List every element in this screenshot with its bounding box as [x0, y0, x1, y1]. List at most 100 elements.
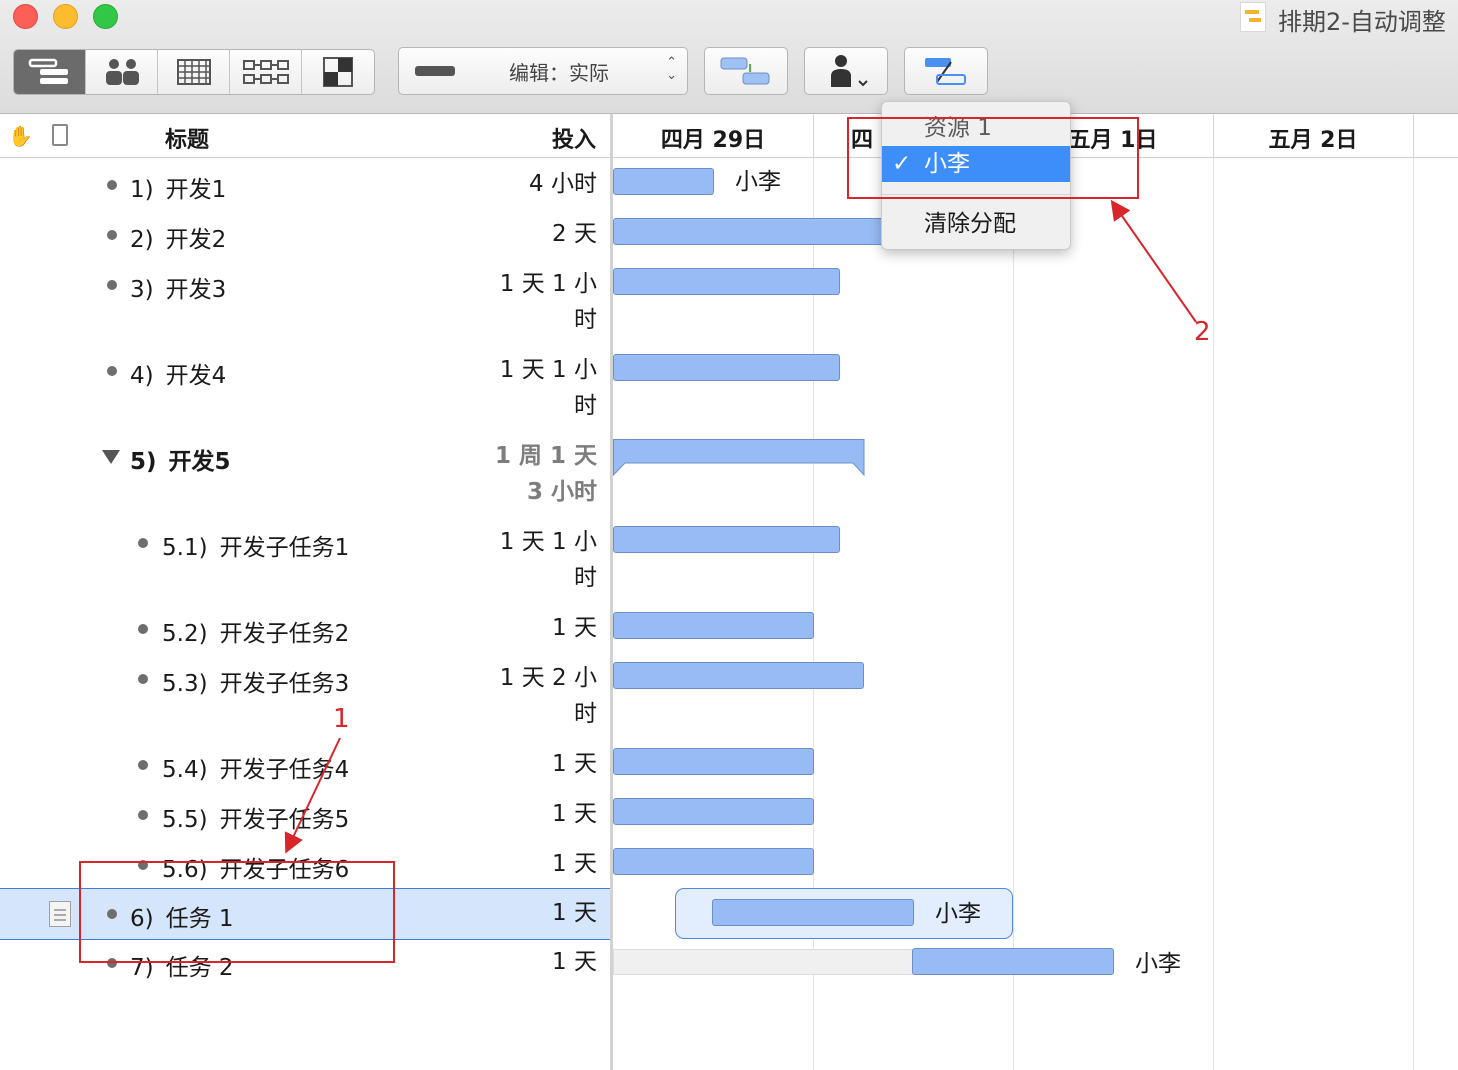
minimize-window-button[interactable] [53, 4, 78, 29]
network-view-button[interactable] [230, 50, 302, 94]
task-effort[interactable]: 1 天 1 小 时 [477, 352, 597, 424]
task-name: 开发5 [168, 449, 231, 475]
row-bullet [107, 230, 117, 240]
slack-indicator [613, 949, 913, 975]
menu-item-clear-assignment[interactable]: 清除分配 [882, 206, 1070, 242]
task-title[interactable]: 5.5) 开发子任务5 [162, 800, 349, 834]
task-effort[interactable]: 1 天 2 小 时 [477, 660, 597, 732]
assignment-label: 小李 [735, 169, 781, 195]
task-bar[interactable] [613, 168, 714, 195]
task-bar[interactable] [613, 354, 840, 381]
row-bullet [138, 674, 148, 684]
row-bullet [138, 810, 148, 820]
outline-row-group[interactable]: 5) 开发5 1 周 1 天 3 小时 [0, 436, 610, 522]
task-effort[interactable]: 1 天 [477, 746, 597, 782]
group-bar[interactable] [613, 439, 865, 479]
task-effort[interactable]: 1 天 1 小 时 [477, 524, 597, 596]
task-bar[interactable] [613, 268, 840, 295]
close-window-button[interactable] [13, 4, 38, 29]
outline-row[interactable]: 2) 开发2 2 天 [0, 214, 610, 264]
task-title[interactable]: 6) 任务 1 [130, 899, 234, 933]
outline-row[interactable]: 7) 任务 2 1 天 [0, 940, 610, 990]
notes-column-icon [52, 124, 68, 146]
task-number: 1) [130, 177, 154, 203]
task-title[interactable]: 5.4) 开发子任务4 [162, 750, 349, 784]
task-effort[interactable]: 1 天 [477, 796, 597, 832]
annotation-label-1: 1 [333, 704, 350, 734]
row-bullet [138, 624, 148, 634]
task-name: 开发4 [165, 363, 227, 389]
column-header-title[interactable]: 标题 [165, 122, 209, 154]
task-title[interactable]: 4) 开发4 [130, 356, 226, 390]
task-title[interactable]: 5.6) 开发子任务6 [162, 850, 349, 884]
outline-row[interactable]: 5.3) 开发子任务3 1 天 2 小 时 [0, 658, 610, 744]
outline-row[interactable]: 4) 开发4 1 天 1 小 时 [0, 350, 610, 436]
task-title[interactable]: 2) 开发2 [130, 220, 226, 254]
app-window: 排期2-自动调整 编辑：实际 ⌃ ⌄ ✋ 标题 投入 1) 开发1 4 小时 2… [0, 0, 1458, 1070]
outline-row[interactable]: 5.2) 开发子任务2 1 天 [0, 608, 610, 658]
task-bar[interactable] [613, 848, 814, 875]
row-bullet [138, 538, 148, 548]
task-title[interactable]: 3) 开发3 [130, 270, 226, 304]
task-bar[interactable] [613, 748, 814, 775]
task-effort[interactable]: 1 天 [477, 944, 597, 980]
outline-row[interactable]: 5.1) 开发子任务1 1 天 1 小 时 [0, 522, 610, 608]
task-effort[interactable]: 2 天 [477, 216, 597, 252]
task-title[interactable]: 5.3) 开发子任务3 [162, 664, 349, 698]
task-bar[interactable] [613, 662, 864, 689]
disclosure-triangle-icon[interactable] [102, 450, 120, 464]
task-title[interactable]: 5.1) 开发子任务1 [162, 528, 349, 562]
task-effort[interactable]: 1 天 [477, 895, 597, 931]
task-title[interactable]: 1) 开发1 [130, 170, 226, 204]
row-bullet [138, 860, 148, 870]
task-bar[interactable] [712, 899, 914, 926]
task-effort[interactable]: 1 天 1 小 时 [477, 266, 597, 338]
outline-row-selected[interactable]: 6) 任务 1 1 天 [0, 888, 610, 940]
task-number: 5.5) [162, 807, 208, 833]
calendar-view-button[interactable] [158, 50, 230, 94]
task-name: 任务 2 [165, 955, 234, 981]
gantt-pane: 四月 29日 四 五月 1日 五月 2日 小李 小李 小李 [613, 114, 1458, 1070]
assign-resource-button[interactable] [804, 47, 888, 95]
resource-view-icon [105, 59, 139, 85]
day-gridline [1413, 114, 1414, 1070]
menu-item-xiaoli[interactable]: ✓ 小李 [882, 146, 1070, 182]
task-effort[interactable]: 4 小时 [477, 166, 597, 202]
task-name: 开发子任务4 [219, 757, 350, 783]
row-bullet [107, 958, 117, 968]
group-title[interactable]: 5) 开发5 [130, 442, 231, 476]
task-effort[interactable]: 1 天 [477, 846, 597, 882]
annotation-label-2: 2 [1194, 317, 1211, 347]
task-effort[interactable]: 1 天 [477, 610, 597, 646]
column-header-effort[interactable]: 投入 [552, 122, 596, 154]
assign-resource-icon [831, 55, 868, 87]
task-name: 开发子任务3 [219, 671, 350, 697]
task-bar[interactable] [613, 798, 814, 825]
task-title[interactable]: 7) 任务 2 [130, 948, 234, 982]
outline-row[interactable]: 1) 开发1 4 小时 [0, 164, 610, 214]
outline-row[interactable]: 5.5) 开发子任务5 1 天 [0, 794, 610, 844]
edit-mode-icon [415, 66, 455, 76]
outline-row[interactable]: 5.6) 开发子任务6 1 天 [0, 844, 610, 888]
outline-row[interactable]: 3) 开发3 1 天 1 小 时 [0, 264, 610, 350]
task-bar[interactable] [912, 948, 1114, 975]
gantt-view-button[interactable] [14, 50, 86, 94]
task-bar[interactable] [613, 612, 814, 639]
zoom-window-button[interactable] [93, 4, 118, 29]
task-bar[interactable] [613, 526, 840, 553]
outline-row[interactable]: 5.4) 开发子任务4 1 天 [0, 744, 610, 794]
level-resources-button[interactable] [904, 47, 988, 95]
resource-view-button[interactable] [86, 50, 158, 94]
document-icon [1240, 2, 1266, 32]
task-name: 开发子任务5 [219, 807, 350, 833]
outline-header: ✋ 标题 投入 [0, 114, 610, 158]
view-switcher [13, 49, 375, 95]
edit-mode-popup[interactable]: 编辑：实际 ⌃ ⌄ [398, 47, 688, 95]
row-bullet [107, 280, 117, 290]
connect-tasks-button[interactable] [704, 47, 788, 95]
task-name: 开发子任务6 [219, 857, 350, 883]
task-bar[interactable] [613, 218, 903, 245]
styles-view-button[interactable] [302, 50, 374, 94]
task-title[interactable]: 5.2) 开发子任务2 [162, 614, 349, 648]
note-icon[interactable] [49, 901, 71, 927]
